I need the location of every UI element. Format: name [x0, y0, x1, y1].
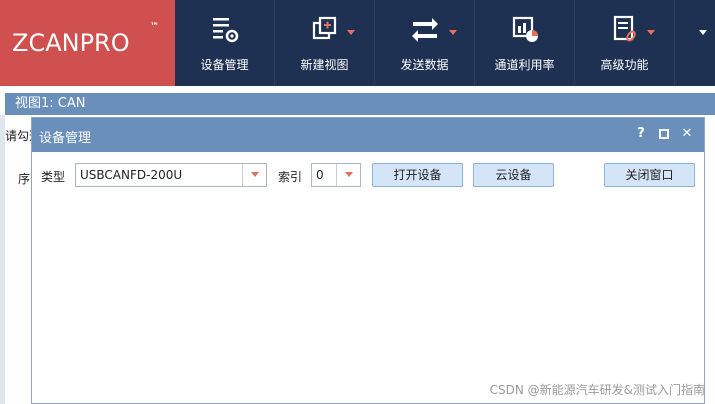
index-label: 索引	[278, 170, 303, 184]
main-toolbar: ZCANPRO ™ 设备管理 新建视图 发送数据 通道利用率 高级功能	[0, 0, 715, 86]
cloud-device-button[interactable]: 云设备	[473, 163, 554, 187]
chevron-down-icon	[699, 30, 707, 35]
close-icon[interactable]: ✕	[678, 124, 696, 144]
new-view-icon	[275, 14, 374, 44]
toolbar-send-data-button[interactable]: 发送数据	[375, 0, 475, 86]
device-management-icon	[175, 14, 274, 44]
device-index-value: 0	[316, 168, 324, 182]
view-title: 视图1: CAN	[15, 96, 86, 111]
toolbar-label: 高级功能	[600, 58, 649, 72]
left-pane-strip	[0, 115, 5, 404]
device-type-select[interactable]: USBCANFD-200U	[75, 163, 267, 187]
send-data-icon	[375, 14, 474, 44]
toolbar-new-view-button[interactable]: 新建视图	[275, 0, 375, 86]
zcanpro-logo: ZCANPRO ™	[0, 0, 175, 86]
chevron-down-icon	[647, 30, 655, 35]
channel-usage-icon	[475, 14, 574, 44]
help-icon[interactable]: ?	[632, 124, 650, 144]
device-index-select[interactable]: 0	[311, 163, 361, 187]
toolbar-label: 发送数据	[400, 58, 449, 72]
logo-trademark: ™	[150, 22, 159, 32]
toolbar-label: 通道利用率	[494, 58, 555, 72]
dialog-title: 设备管理	[39, 131, 92, 146]
chevron-down-icon	[449, 30, 457, 35]
toolbar-label: 新建视图	[300, 58, 349, 72]
advanced-features-icon	[575, 14, 674, 44]
chevron-down-icon[interactable]	[336, 164, 360, 186]
type-label: 类型	[41, 170, 66, 184]
toolbar-overflow-button[interactable]	[675, 0, 715, 86]
dialog-title-bar[interactable]: 设备管理 ? ✕	[32, 118, 704, 152]
close-window-button[interactable]: 关闭窗口	[604, 163, 695, 187]
dialog-body: 类型 USBCANFD-200U 索引 0 打开设备 云设备 关闭窗口	[32, 152, 704, 403]
logo-brand: ZCANPRO	[12, 29, 130, 57]
toolbar-device-management-button[interactable]: 设备管理	[175, 0, 275, 86]
watermark-text: CSDN @新能源汽车研发&测试入门指南	[489, 383, 705, 397]
column-header-seq: 序	[18, 172, 31, 186]
toolbar-channel-usage-button[interactable]: 通道利用率	[475, 0, 575, 86]
maximize-icon[interactable]	[655, 124, 673, 144]
device-type-value: USBCANFD-200U	[80, 168, 183, 182]
toolbar-label: 设备管理	[200, 58, 249, 72]
toolbar-advanced-features-button[interactable]: 高级功能	[575, 0, 675, 86]
chevron-down-icon	[347, 30, 355, 35]
device-management-dialog: 设备管理 ? ✕ 类型 USBCANFD-200U 索引 0 打开设备 云设备 …	[31, 117, 705, 404]
open-device-button[interactable]: 打开设备	[372, 163, 463, 187]
view-title-bar: 视图1: CAN	[5, 93, 715, 115]
chevron-down-icon[interactable]	[242, 164, 266, 186]
